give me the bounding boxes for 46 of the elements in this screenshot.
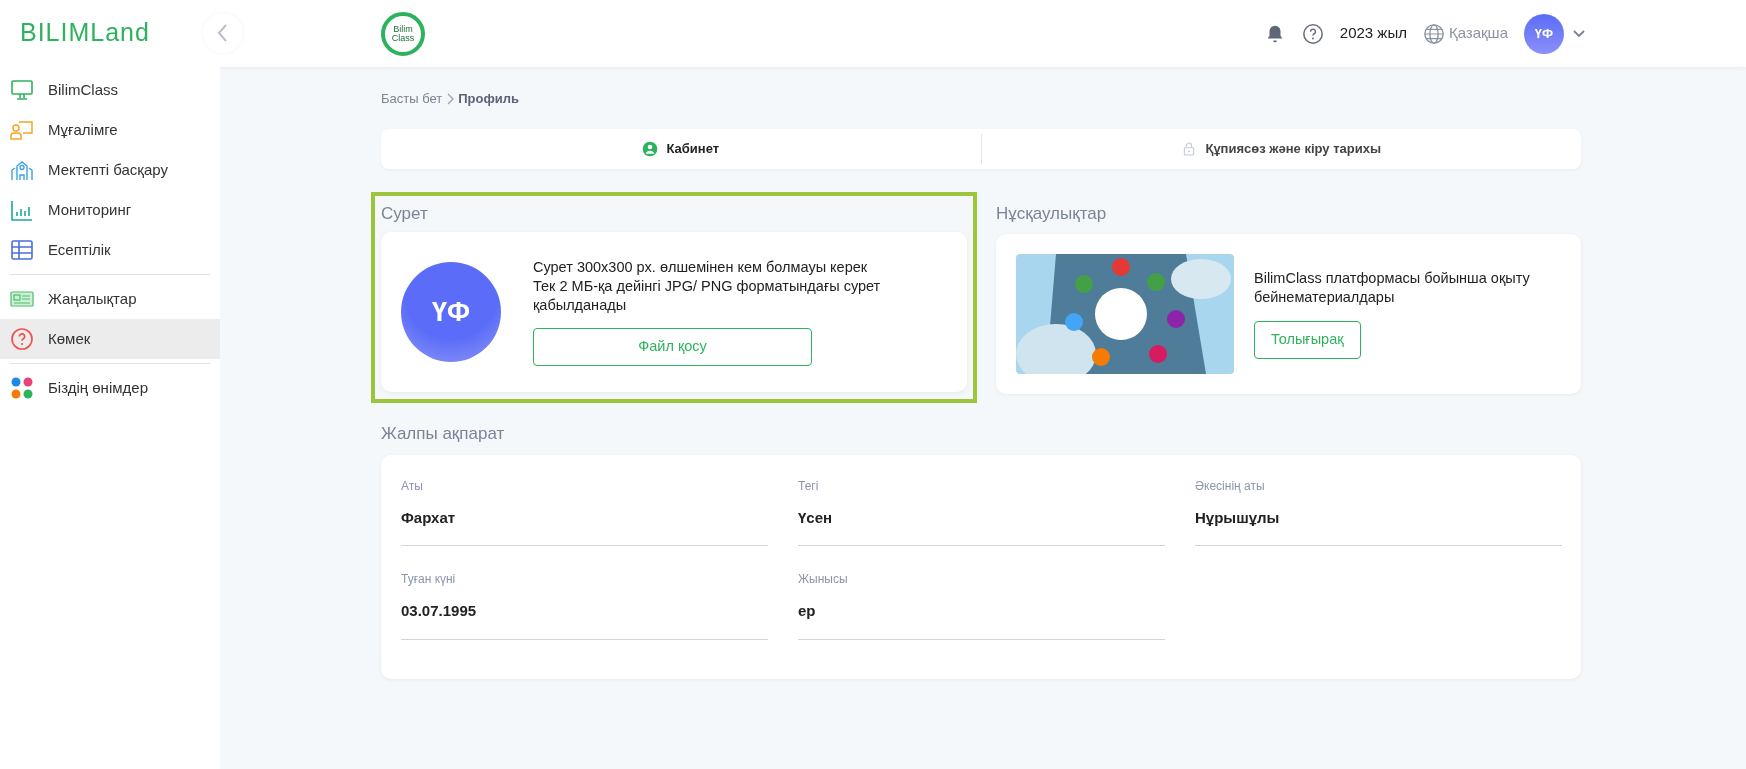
section-title: Жалпы ақпарат [381,423,506,445]
requirement-text: Тек 2 МБ-қа дейінгі JPG/ PNG форматындағы сурет қабылданады [533,277,882,315]
help-icon [1301,23,1324,46]
sidebar-item[interactable]: Мониторинг [0,190,220,230]
section-title: Нұсқаулықтар [996,202,1108,225]
chevron-right-icon [446,92,455,105]
guide-description: BilimClass платформасы бойынша оқыту бейнематериалдары [1254,269,1531,307]
globe-icon [1422,22,1445,45]
sidebar-item[interactable]: BilimClass [0,70,220,110]
user-icon [642,140,659,157]
field-label: Туған күні [401,571,457,588]
field-label: Жынысы [798,571,849,588]
dots-icon [10,376,34,400]
sidebar-item[interactable]: Есептілік [0,230,220,270]
field-value: ер [798,601,817,621]
sidebar-item[interactable]: Мұғалімге [0,110,220,150]
field-value: Нұрышұлы [1195,507,1281,528]
chevron-down-icon [1572,28,1586,39]
user-avatar[interactable]: ҮФ [1524,13,1564,54]
help-button[interactable] [1301,21,1324,46]
chevron-left-icon [217,23,229,43]
app-logo[interactable]: Bilim Class [381,11,425,56]
sidebar-item[interactable]: Көмек [0,319,220,359]
sidebar-item[interactable]: Біздің өнімдер [0,368,220,408]
field-value: Үсен [798,507,834,528]
sidebar-item[interactable]: Жаңалықтар [0,279,220,319]
tab[interactable]: Кабинет [381,128,981,169]
teacher-icon [10,118,34,142]
help-icon [10,327,34,351]
chart-icon [10,198,34,222]
sidebar-item[interactable]: Мектепті басқару [0,150,220,190]
profile-avatar: ҮФ [401,262,501,362]
breadcrumb-link[interactable]: Басты бет [381,89,443,109]
monitor-icon [10,78,34,102]
field-label: Әкесінің аты [1195,477,1266,495]
tab[interactable]: Құпиясөз және кіру тарихы [981,128,1581,169]
field-value: Фархат [401,507,457,528]
breadcrumb-current: Профиль [458,90,520,108]
table-icon [10,238,34,262]
field-label: Аты [401,477,424,495]
year-selector[interactable]: 2023 жыл [1339,22,1407,45]
field-label: Тегі [798,477,820,495]
section-title: Сурет [381,202,429,225]
school-icon [10,158,34,182]
requirement-text: Сурет 300x300 px. өлшемінен кем болмауы керек [533,258,869,277]
field-value: 03.07.1995 [401,601,478,621]
